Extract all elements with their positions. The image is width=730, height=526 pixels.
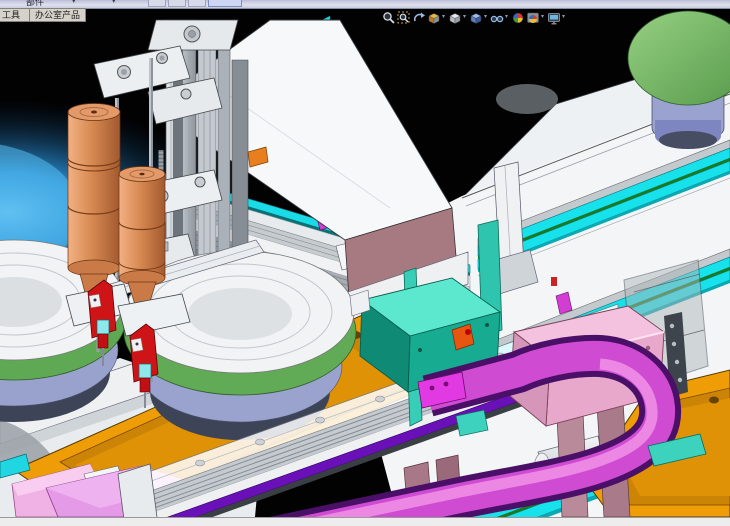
section-view-icon: [427, 11, 441, 25]
command-toolbar: 部件 ▾ ▾: [0, 0, 730, 9]
tab-office-products[interactable]: 办公室产品: [30, 8, 86, 22]
toolbar-button[interactable]: [148, 0, 166, 7]
red-bit: [551, 277, 557, 286]
section-view-button[interactable]: [427, 10, 441, 25]
view-settings-button[interactable]: [547, 10, 561, 25]
active-tool-button[interactable]: [208, 0, 242, 7]
tab-tools[interactable]: 工具: [0, 8, 30, 22]
dropdown-caret[interactable]: ▾: [505, 10, 510, 25]
part-shadow: [496, 84, 558, 114]
hide-show-items-button[interactable]: [490, 10, 504, 25]
toolbar-group-label: 部件: [26, 0, 44, 7]
view-orientation-button[interactable]: [448, 10, 462, 25]
edit-appearance-icon: [511, 11, 525, 25]
dropdown-caret[interactable]: ▾: [484, 10, 489, 25]
status-bar: [0, 517, 730, 526]
model-viewport[interactable]: [0, 0, 730, 526]
apply-scene-button[interactable]: [526, 10, 540, 25]
display-style-button[interactable]: [469, 10, 483, 25]
display-style-icon: [469, 11, 483, 25]
command-manager-tabs: 工具 办公室产品: [0, 8, 86, 22]
dropdown-caret[interactable]: ▾: [562, 10, 567, 25]
zoom-to-fit-button[interactable]: [382, 10, 396, 25]
toolbar-button[interactable]: [188, 0, 206, 7]
view-settings-icon: [547, 11, 561, 25]
previous-view-icon: [412, 11, 426, 25]
zoom-to-fit-icon: [382, 11, 396, 25]
previous-view-button[interactable]: [412, 10, 426, 25]
edit-appearance-button[interactable]: [511, 10, 525, 25]
view-orientation-icon: [448, 11, 462, 25]
dropdown-caret[interactable]: ▾: [442, 10, 447, 25]
zoom-to-area-icon: [397, 11, 411, 25]
dropdown-caret[interactable]: ▾: [541, 10, 546, 25]
dropdown-caret[interactable]: ▾: [463, 10, 468, 25]
dropdown-caret[interactable]: ▾: [72, 0, 76, 6]
dropdown-caret[interactable]: ▾: [112, 0, 116, 6]
hide-show-items-icon: [490, 11, 504, 25]
heads-up-view-toolbar: ▾ ▾ ▾ ▾: [382, 10, 567, 25]
cad-application-window: 部件 ▾ ▾ 工具 办公室产品: [0, 0, 730, 526]
apply-scene-icon: [526, 11, 540, 25]
zoom-to-area-button[interactable]: [397, 10, 411, 25]
toolbar-button[interactable]: [168, 0, 186, 7]
